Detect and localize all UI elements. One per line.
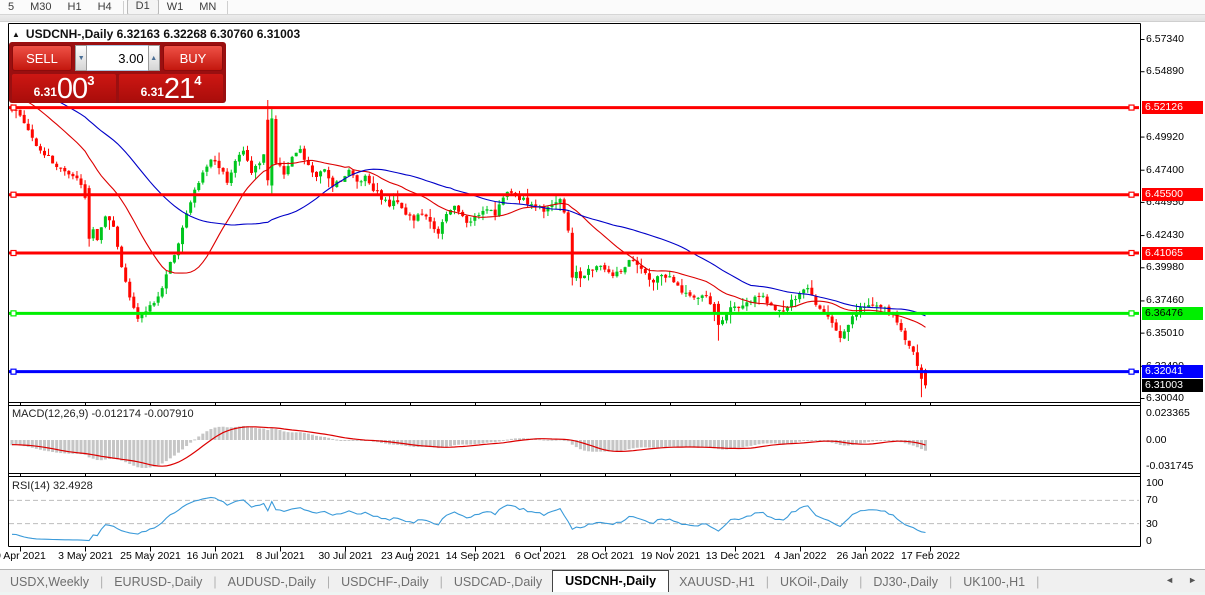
date-axis-label: 26 Jan 2022 [836, 550, 895, 562]
volume-decrease-button[interactable]: ▼ [75, 45, 88, 71]
date-axis-label: 3 May 2021 [58, 550, 113, 562]
price-axis-tick: 6.49920 [1146, 130, 1184, 143]
date-axis-label: 14 Sep 2021 [445, 550, 506, 562]
price-axis-tick: 6.30040 [1146, 391, 1184, 404]
date-axis-label: 30 Jul 2021 [318, 550, 373, 562]
buy-price-button[interactable]: 6.31 21 4 [119, 73, 223, 105]
down-arrow-icon: ▼ [77, 54, 85, 62]
price-axis-tick: 6.54890 [1146, 65, 1184, 78]
sell-price-prefix: 6.31 [33, 85, 57, 99]
date-axis-label: 28 Oct 2021 [576, 550, 635, 562]
one-click-trading-panel: SELL ▼ ▲ BUY 6.31003 6.31214 [9, 42, 226, 105]
line-end-marker[interactable] [1128, 368, 1135, 375]
date-axis-label: 9 Apr 2021 [0, 550, 46, 562]
price-axis-tick: 6.35010 [1146, 326, 1184, 339]
line-end-marker[interactable] [10, 104, 17, 111]
date-axis-label: 25 May 2021 [120, 550, 181, 562]
horizontal-level-lines [9, 104, 1139, 375]
volume-input[interactable] [87, 45, 148, 71]
date-axis-label: 19 Nov 2021 [640, 550, 701, 562]
chart-tab-usdcad-daily[interactable]: USDCAD-,Daily [444, 572, 552, 593]
buy-button[interactable]: BUY [163, 45, 223, 71]
volume-stepper: ▼ ▲ [75, 45, 160, 71]
line-end-marker[interactable] [10, 368, 17, 375]
chart-tab-bar: USDX,Weekly | EURUSD-,Daily | AUDUSD-,Daily |… [0, 569, 1205, 593]
macd-histogram [10, 425, 927, 468]
tab-divider: | [1036, 575, 1040, 589]
tab-scroll-left-icon[interactable]: ◄ [1165, 575, 1174, 585]
sell-price-digits: 00 [56, 73, 88, 105]
line-end-marker[interactable] [10, 310, 17, 317]
rsi-indicator-label: RSI(14) 32.4928 [12, 480, 93, 492]
macd-axis-tick: -0.031745 [1146, 460, 1194, 472]
chart-tab-usdchf-daily[interactable]: USDCHF-,Daily [331, 572, 439, 593]
level-price-label: 6.45500 [1142, 188, 1203, 202]
chart-symbol-header: ▲ USDCNH-,Daily 6.32163 6.32268 6.30760 … [12, 27, 300, 41]
level-price-label: 6.52126 [1142, 101, 1203, 115]
buy-price-pip: 4 [194, 73, 202, 88]
macd-axis-tick: 0.023365 [1146, 407, 1190, 419]
sell-price-button[interactable]: 6.31 00 3 [12, 73, 116, 105]
rsi-axis-tick: 30 [1146, 517, 1158, 530]
rsi-axis-tick: 70 [1146, 494, 1158, 507]
date-axis-label: 6 Oct 2021 [514, 550, 567, 562]
price-axis-tick: 6.57340 [1146, 33, 1184, 45]
date-tick-marks [20, 39, 1145, 552]
price-axis-tick: 6.47400 [1146, 163, 1184, 176]
rsi-axis-tick: 0 [1146, 535, 1152, 547]
up-arrow-icon: ▲ [150, 54, 158, 62]
chart-tab-audusd-daily[interactable]: AUDUSD-,Daily [218, 572, 326, 593]
buy-price-digits: 21 [163, 73, 195, 105]
chart-tab-dj30-daily[interactable]: DJ30-,Daily [863, 572, 948, 593]
ma-slow-line[interactable] [11, 81, 926, 317]
level-price-label: 6.41065 [1142, 246, 1203, 260]
date-axis-label: 13 Dec 2021 [705, 550, 766, 562]
volume-increase-button[interactable]: ▲ [147, 45, 160, 71]
date-axis-label: 16 Jun 2021 [186, 550, 245, 562]
date-axis-label: 8 Jul 2021 [256, 550, 305, 562]
chart-tab-uk100-h1[interactable]: UK100-,H1 [953, 572, 1035, 593]
date-axis[interactable]: 9 Apr 2021 3 May 2021 25 May 2021 16 Jun 20… [0, 550, 1141, 566]
rsi-line [11, 496, 926, 542]
chart-tab-usdcnh-daily[interactable]: USDCNH-,Daily [552, 570, 670, 593]
candlestick-series [10, 100, 927, 398]
symbol-ohlc-text: USDCNH-,Daily 6.32163 6.32268 6.30760 6.… [25, 27, 301, 41]
chart-tab-xauusd-h1[interactable]: XAUUSD-,H1 [669, 572, 765, 593]
line-end-marker[interactable] [10, 191, 17, 198]
date-axis-label: 23 Aug 2021 [381, 550, 440, 562]
level-price-label: 6.36476 [1142, 306, 1203, 320]
current-price-label: 6.31003 [1142, 378, 1203, 392]
collapse-trade-panel-icon[interactable]: ▲ [12, 30, 20, 39]
line-end-marker[interactable] [1128, 249, 1135, 257]
trading-platform-window: 5 M30 H1 H4 D1 W1 MN ▲ USDCNH-,Daily 6.32163 6… [0, 0, 1205, 595]
macd-axis-tick: 0.00 [1146, 434, 1167, 446]
chart-tab-ukoil-daily[interactable]: UKOil-,Daily [770, 572, 858, 593]
tab-scroll-right-icon[interactable]: ► [1188, 575, 1197, 585]
price-axis[interactable]: 6.57340 6.54890 6.49920 6.47400 6.44950 6.424… [1141, 23, 1205, 569]
chart-tab-usdx-weekly[interactable]: USDX,Weekly [0, 572, 99, 593]
level-price-label: 6.32041 [1142, 365, 1203, 379]
price-axis-tick: 6.39980 [1146, 261, 1184, 274]
macd-indicator-label: MACD(12,26,9) -0.012174 -0.007910 [12, 408, 194, 420]
sell-price-pip: 3 [87, 73, 95, 88]
date-axis-label: 4 Jan 2022 [774, 550, 827, 562]
sell-button[interactable]: SELL [12, 45, 72, 71]
price-axis-tick: 6.42430 [1146, 229, 1184, 242]
line-end-marker[interactable] [10, 249, 17, 257]
chart-tab-eurusd-daily[interactable]: EURUSD-,Daily [104, 572, 212, 593]
rsi-axis-tick: 100 [1146, 477, 1164, 489]
buy-price-prefix: 6.31 [140, 85, 164, 99]
line-end-marker[interactable] [1128, 310, 1135, 317]
price-axis-tick: 6.37460 [1146, 294, 1184, 307]
line-end-marker[interactable] [1128, 104, 1135, 111]
tab-scroll-buttons: ◄ ► [1165, 575, 1197, 585]
date-axis-label: 17 Feb 2022 [901, 550, 960, 562]
line-end-marker[interactable] [1128, 191, 1135, 198]
